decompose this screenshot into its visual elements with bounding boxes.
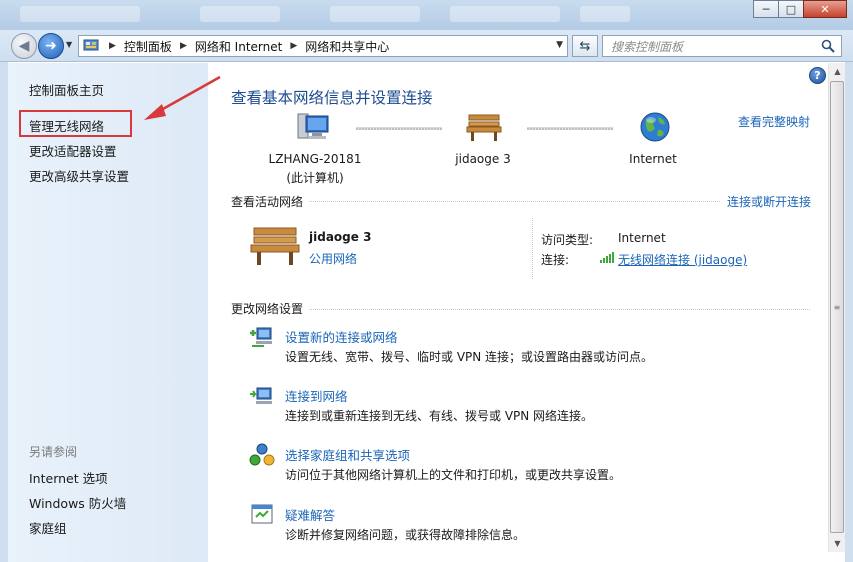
window-controls: ─ □ ✕ [753,0,847,18]
internet-label: Internet [629,152,677,166]
help-icon[interactable]: ? [809,67,826,84]
blurred-tab [580,6,630,22]
task-setup-connection-link[interactable]: 设置新的连接或网络 [285,327,398,346]
sidebar-item-homegroup[interactable]: 家庭组 [29,518,67,537]
vertical-scrollbar[interactable]: ▲ ≡ ▼ [828,63,845,552]
window-title-bar: ─ □ ✕ [0,0,853,30]
active-network-name: jidaoge 3 [309,230,372,244]
section-divider [309,201,721,202]
connection-line [356,127,442,130]
chevron-down-icon[interactable]: ▼ [556,40,563,50]
network-type-link[interactable]: 公用网络 [309,250,357,267]
section-divider [309,309,811,310]
sidebar-item-control-panel-home[interactable]: 控制面板主页 [29,80,104,99]
task-homegroup-desc: 访问位于其他网络计算机上的文件和打印机，或更改共享设置。 [285,468,622,482]
address-bar[interactable]: ▶ 控制面板 ▶ 网络和 Internet ▶ 网络和共享中心 ▼ [78,35,568,57]
task-homegroup-link[interactable]: 选择家庭组和共享选项 [285,445,410,464]
wifi-signal-icon [600,252,614,263]
connect-disconnect-link[interactable]: 连接或断开连接 [727,193,811,210]
connection-label: 连接: [541,253,570,267]
window-frame-right [845,62,853,562]
globe-icon[interactable] [639,111,671,143]
connect-network-icon [250,387,272,404]
arrow-left-icon: ◀ [18,38,30,54]
vertical-divider [532,218,533,280]
network-name: jidaoge 3 [455,152,511,166]
blurred-tab [200,6,280,22]
arrow-right-icon: ➜ [45,38,57,54]
active-networks-heading: 查看活动网络 [231,195,304,209]
scroll-down-button[interactable]: ▼ [829,535,846,552]
sidebar-item-adapter-settings[interactable]: 更改适配器设置 [29,141,117,160]
blurred-tab [450,6,560,22]
access-type-value: Internet [618,231,666,245]
connection-line [527,127,613,130]
task-connect-network-desc: 连接到或重新连接到无线、有线、拨号或 VPN 网络连接。 [285,409,594,423]
breadcrumb-control-panel[interactable]: 控制面板 [120,38,176,55]
bench-icon[interactable] [466,112,502,142]
back-button[interactable]: ◀ [11,33,37,59]
change-settings-heading: 更改网络设置 [231,302,304,316]
window-frame-left [0,62,8,562]
see-full-map-link[interactable]: 查看完整映射 [738,113,810,130]
access-type-label: 访问类型: [541,233,594,247]
breadcrumb-network-sharing-center[interactable]: 网络和共享中心 [301,38,393,55]
sidebar-item-windows-firewall[interactable]: Windows 防火墙 [29,493,126,512]
scroll-up-button[interactable]: ▲ [829,63,846,80]
search-placeholder: 搜索控制面板 [611,39,684,54]
left-navigation-pane [8,63,208,562]
task-setup-connection-desc: 设置无线、宽带、拨号、临时或 VPN 连接；或设置路由器或访问点。 [285,350,654,364]
annotation-highlight-box [19,110,132,137]
blurred-tab [20,6,140,22]
sidebar-item-internet-options[interactable]: Internet 选项 [29,468,108,487]
forward-button[interactable]: ➜ [38,33,64,59]
new-connection-icon [250,327,272,347]
computer-name: LZHANG-20181 [268,152,362,166]
troubleshoot-icon [251,504,273,524]
sidebar-item-advanced-sharing[interactable]: 更改高级共享设置 [29,166,129,185]
blurred-tab [330,6,420,22]
scroll-thumb[interactable]: ≡ [830,81,844,533]
wireless-connection-link[interactable]: 无线网络连接 (jidaoge) [618,251,747,268]
computer-sub-label: (此计算机) [286,171,344,185]
task-troubleshoot-desc: 诊断并修复网络问题，或获得故障排除信息。 [285,528,526,542]
computer-icon[interactable] [296,112,332,144]
search-input[interactable]: 搜索控制面板 [602,35,842,57]
address-toolbar: ◀ ➜ ▼ ▶ 控制面板 ▶ 网络和 Internet ▶ 网络和共享中心 ▼ … [0,30,853,62]
control-panel-icon [83,39,99,51]
breadcrumb-separator[interactable]: ▶ [286,41,301,51]
breadcrumb-separator: ▶ [109,41,116,51]
minimize-button[interactable]: ─ [753,0,779,18]
refresh-button[interactable]: ⇆ [572,35,598,57]
recent-pages-dropdown[interactable]: ▼ [66,40,72,49]
page-title: 查看基本网络信息并设置连接 [231,89,433,107]
maximize-button[interactable]: □ [778,0,804,18]
see-also-heading: 另请参阅 [29,445,78,459]
bench-icon [250,227,300,265]
homegroup-icon [249,443,275,466]
close-button[interactable]: ✕ [803,0,847,18]
task-troubleshoot-link[interactable]: 疑难解答 [285,505,335,524]
search-icon[interactable] [821,39,835,53]
task-connect-network-link[interactable]: 连接到网络 [285,386,348,405]
refresh-icon: ⇆ [579,38,591,54]
breadcrumb-separator[interactable]: ▶ [176,41,191,51]
breadcrumb-network-internet[interactable]: 网络和 Internet [191,38,286,55]
annotation-arrow-icon [144,75,221,120]
